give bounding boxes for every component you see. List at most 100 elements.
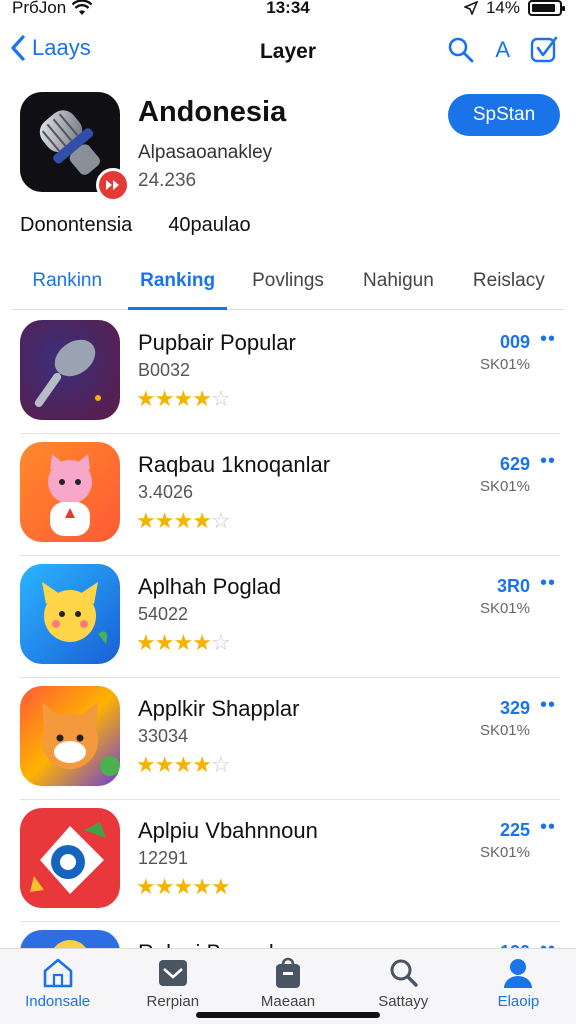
- app-list: Pupbair Popular B0032 ★★★★☆ 009 •• SK01%…: [20, 312, 560, 948]
- star-filled-icon: ★: [192, 874, 212, 899]
- more-icon[interactable]: ••: [540, 694, 556, 717]
- star-rating: ★★★★☆: [136, 752, 231, 778]
- location-arrow-icon: [463, 1, 478, 15]
- get-button[interactable]: SpStan: [448, 94, 560, 136]
- featured-app-count: 24.236: [138, 170, 197, 191]
- star-filled-icon: ★: [154, 630, 175, 655]
- star-filled-icon: ★: [154, 386, 175, 411]
- share-button[interactable]: [530, 36, 558, 64]
- featured-app: Andonesia Alpasaoanakley 24.236 SpStan: [20, 92, 560, 202]
- search-button[interactable]: [447, 36, 475, 64]
- more-icon[interactable]: ••: [540, 572, 556, 595]
- star-filled-icon: ★: [192, 386, 212, 411]
- star-rating: ★★★★☆: [136, 508, 231, 534]
- list-item[interactable]: Applkir Shapplar 33034 ★★★★☆ 329 •• SK01…: [20, 678, 560, 800]
- nav-bar: Laays Layer A: [0, 30, 576, 76]
- star-filled-icon: ★: [192, 630, 212, 655]
- app-price: 3R0: [496, 576, 530, 596]
- star-filled-icon: ★: [136, 874, 156, 899]
- star-empty-icon: ☆: [210, 386, 231, 411]
- star-rating: ★★★★☆: [136, 630, 231, 656]
- app-price: 225: [499, 820, 530, 840]
- font-button[interactable]: A: [495, 37, 510, 63]
- app-name: Aplpiu Vbahnnoun: [138, 818, 318, 843]
- back-button[interactable]: Laays: [10, 34, 91, 62]
- app-count: 54022: [138, 604, 189, 624]
- list-item[interactable]: Ralppi Bsapplan 120 ••: [20, 922, 560, 948]
- battery-percent: 14%: [485, 0, 520, 17]
- tab-povlings[interactable]: Povlings: [233, 262, 343, 309]
- profile-icon: [504, 959, 533, 988]
- app-name: Ralppi Bsapplan: [138, 940, 298, 948]
- meta-left: Donontensia: [20, 214, 133, 236]
- star-filled-icon: ★: [173, 874, 193, 899]
- star-filled-icon: ★: [154, 508, 175, 533]
- app-icon-camera: [20, 808, 120, 908]
- app-name: Applkir Shapplar: [138, 696, 300, 721]
- app-count: 33034: [138, 726, 189, 746]
- more-icon[interactable]: ••: [540, 328, 556, 351]
- app-meta: SK01%: [479, 356, 530, 373]
- inbox-icon: [158, 960, 187, 986]
- list-item[interactable]: Aplhah Poglad 54022 ★★★★☆ 3R0 •• SK01%: [20, 556, 560, 678]
- star-filled-icon: ★: [173, 752, 193, 777]
- nav-actions: A: [447, 36, 558, 64]
- app-icon-yellow-pup: [20, 564, 120, 664]
- font-label: A: [495, 37, 510, 62]
- star-filled-icon: ★: [136, 508, 156, 533]
- star-filled-icon: ★: [136, 752, 156, 777]
- star-rating: ★★★★★: [136, 874, 231, 900]
- meta-right: 40paulao: [168, 214, 251, 236]
- star-filled-icon: ★: [154, 752, 175, 777]
- app-count: B0032: [138, 360, 191, 380]
- tab-rankinn[interactable]: Rankinn: [12, 262, 122, 309]
- battery-level: [532, 4, 555, 12]
- search-icon: [390, 959, 418, 987]
- app-meta: SK01%: [479, 600, 530, 617]
- star-empty-icon: ☆: [210, 508, 231, 533]
- status-bar: PrбJon 13:34 14%: [0, 0, 576, 22]
- home-icon: [43, 958, 72, 988]
- category-tabs: Rankinn Ranking Povlings Nahigun Reislac…: [12, 262, 564, 310]
- app-price: 329: [499, 698, 530, 718]
- status-right: 14%: [463, 0, 565, 18]
- bottom-tab-profile[interactable]: Elaoip: [461, 949, 576, 1024]
- app-icon-pink-cat: [20, 442, 120, 542]
- star-filled-icon: ★: [154, 874, 175, 899]
- star-filled-icon: ★: [136, 386, 156, 411]
- app-icon-orange-cat: [20, 686, 120, 786]
- app-price: 629: [499, 454, 530, 474]
- home-indicator[interactable]: [196, 1012, 380, 1018]
- list-item[interactable]: Aplpiu Vbahnnoun 12291 ★★★★★ 225 •• SK01…: [20, 800, 560, 922]
- more-icon[interactable]: ••: [540, 816, 556, 839]
- bottom-tab-label: Indonsale: [25, 993, 91, 1010]
- star-filled-icon: ★: [210, 874, 231, 899]
- featured-app-subtitle: Alpasaoanakley: [138, 142, 273, 163]
- bottom-tab-label: Elaoip: [497, 993, 540, 1010]
- bottom-tab-home[interactable]: Indonsale: [0, 949, 115, 1024]
- tab-reislacy[interactable]: Reislacy: [454, 262, 564, 309]
- bottom-tab-label: Maeaan: [260, 993, 316, 1010]
- app-name: Aplhah Poglad: [138, 574, 282, 599]
- star-filled-icon: ★: [192, 752, 212, 777]
- play-badge-icon: [96, 168, 130, 202]
- app-meta: SK01%: [479, 844, 530, 861]
- app-name: Raqbau 1knoqanlar: [138, 452, 331, 477]
- app-price: 009: [499, 332, 530, 352]
- star-filled-icon: ★: [173, 508, 193, 533]
- more-icon[interactable]: ••: [540, 450, 556, 473]
- app-meta: SK01%: [479, 722, 530, 739]
- more-icon[interactable]: ••: [540, 938, 556, 948]
- app-count: 3.4026: [138, 482, 194, 502]
- list-item[interactable]: Pupbair Popular B0032 ★★★★☆ 009 •• SK01%: [20, 312, 560, 434]
- tab-nahigun[interactable]: Nahigun: [343, 262, 453, 309]
- list-item[interactable]: Raqbau 1knoqanlar 3.4026 ★★★★☆ 629 •• SK…: [20, 434, 560, 556]
- star-rating: ★★★★☆: [136, 386, 231, 412]
- tab-ranking[interactable]: Ranking: [122, 262, 232, 310]
- chevron-left-icon: [11, 35, 25, 61]
- app-icon-microphone: [20, 320, 120, 420]
- bottom-tab-label: Rerpian: [146, 993, 200, 1010]
- app-meta: SK01%: [479, 478, 530, 495]
- star-empty-icon: ☆: [210, 752, 231, 777]
- app-icon-partial: [20, 930, 120, 948]
